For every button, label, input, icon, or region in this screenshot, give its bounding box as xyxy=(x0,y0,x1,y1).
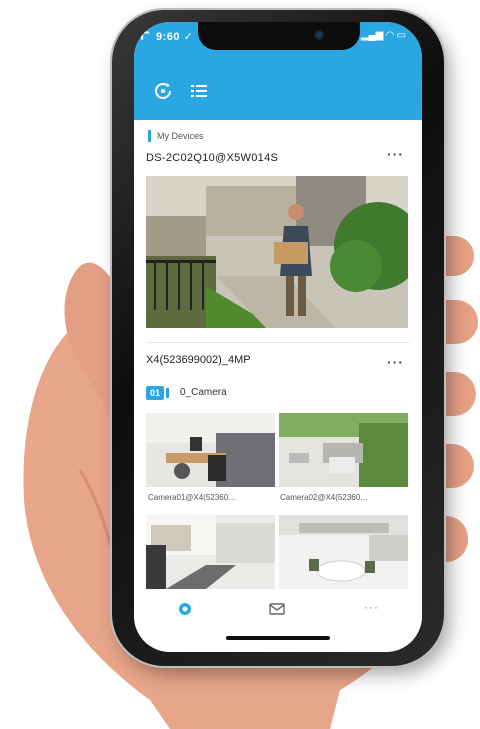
thumbnail-label: Camera02@X4(52360… xyxy=(280,493,369,502)
home-indicator xyxy=(226,636,330,640)
list-icon[interactable] xyxy=(188,80,210,102)
status-time: 9:60 ✓ xyxy=(156,31,194,43)
channel-bar xyxy=(166,388,169,398)
add-device-button[interactable]: + xyxy=(134,22,150,48)
app-header: 9:60 ✓ ▂▄▆ ◠ ▭ + xyxy=(134,22,422,120)
status-icons: ▂▄▆ ◠ ▭ xyxy=(360,30,406,41)
camera-live-view[interactable] xyxy=(146,176,408,328)
device-name[interactable]: DS-2C02Q10@X5W014S xyxy=(146,152,278,164)
bottom-navigation: ··· xyxy=(134,592,422,652)
camera-thumbnail[interactable] xyxy=(279,515,408,589)
divider xyxy=(146,342,410,343)
mail-icon[interactable] xyxy=(268,602,286,616)
notch xyxy=(198,22,360,50)
camera-thumbnail[interactable] xyxy=(279,413,408,487)
phone-frame: 9:60 ✓ ▂▄▆ ◠ ▭ + My Devices DS-2C02Q10@X… xyxy=(112,10,444,666)
device-name[interactable]: X4(523699002)_4MP xyxy=(146,354,251,366)
front-camera xyxy=(314,30,324,40)
phone-screen: 9:60 ✓ ▂▄▆ ◠ ▭ + My Devices DS-2C02Q10@X… xyxy=(134,22,422,652)
section-label: My Devices xyxy=(148,130,204,142)
device-more-button[interactable]: ··· xyxy=(387,146,404,162)
more-menu-button[interactable]: ··· xyxy=(364,600,394,614)
channel-badge: 01 xyxy=(146,386,164,400)
camera-icon[interactable] xyxy=(176,602,194,616)
refresh-icon[interactable] xyxy=(152,80,174,102)
camera-thumbnail[interactable] xyxy=(146,515,275,589)
device-more-button[interactable]: ··· xyxy=(387,354,404,370)
camera-thumbnail[interactable] xyxy=(146,413,275,487)
channel-label: 0_Camera xyxy=(180,387,227,398)
thumbnail-label: Camera01@X4(52360… xyxy=(148,493,237,502)
